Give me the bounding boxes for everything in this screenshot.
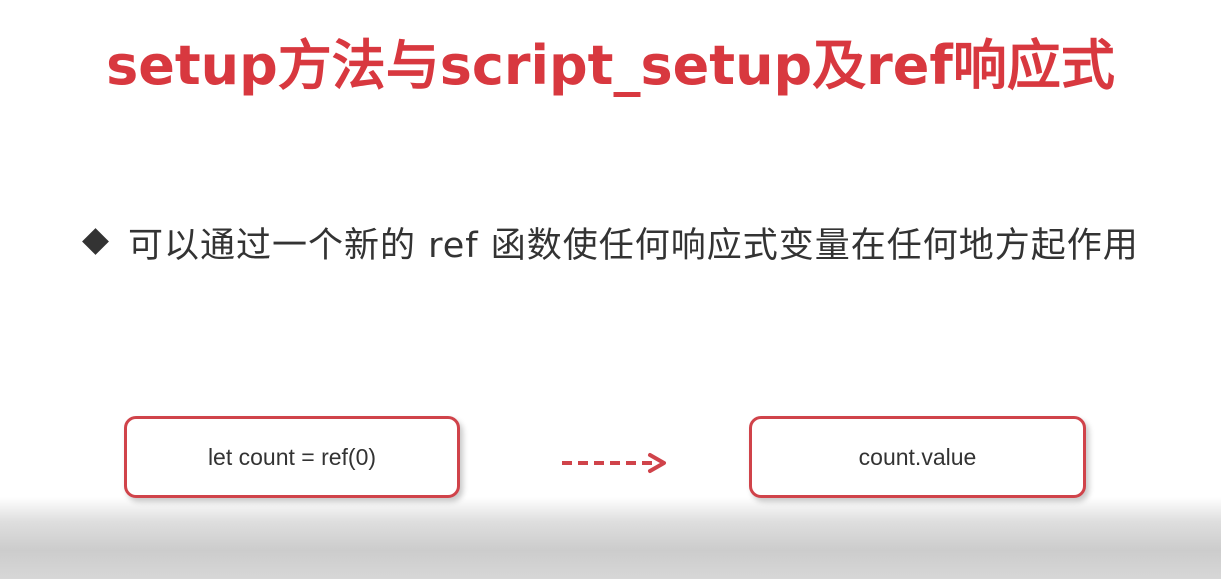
- code-box-left-label: let count = ref(0): [207, 443, 377, 470]
- slide-title: setup方法与script_setup及ref响应式: [106, 34, 1115, 97]
- bottom-shade: [0, 497, 1221, 579]
- code-box-ref-declaration: let count = ref(0): [124, 416, 460, 498]
- dashed-arrow-right-icon: [562, 453, 666, 473]
- diamond-bullet-icon: [82, 228, 109, 255]
- code-box-value-access: count.value: [749, 416, 1086, 498]
- code-box-right-label: count.value: [858, 443, 977, 470]
- slide: setup方法与script_setup及ref响应式 可以通过一个新的 ref…: [0, 0, 1221, 579]
- bullet-text: 可以通过一个新的 ref 函数使任何响应式变量在任何地方起作用: [128, 226, 1139, 266]
